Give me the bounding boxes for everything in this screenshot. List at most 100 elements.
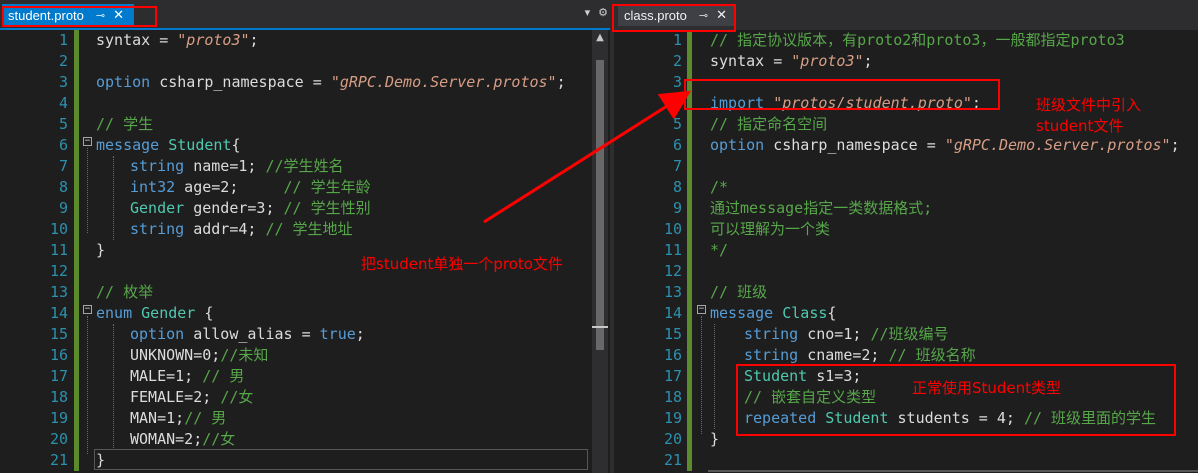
code-line: 可以理解为一个类	[710, 220, 831, 238]
scroll-thumb[interactable]	[596, 60, 604, 350]
code-line: // 枚举	[96, 283, 154, 301]
code-token: // 男	[202, 367, 245, 385]
fold-guide	[701, 316, 702, 434]
code-line: option csharp_namespace = "gRPC.Demo.Ser…	[96, 72, 566, 93]
code-token: // 学生年龄	[283, 178, 371, 196]
code-token: true	[319, 325, 356, 343]
code-line: // 班级	[710, 283, 768, 301]
code-token: {	[231, 136, 241, 154]
gear-icon[interactable]: ⚙	[598, 6, 608, 19]
scroll-up-icon[interactable]: ▲	[592, 32, 608, 46]
tab-actions: ▾ ⚙	[585, 6, 608, 19]
line-number: 19	[663, 409, 682, 427]
student-proto-pane: student.proto ⊸ ✕ ▾ ⚙ 1 2 3 4 5 6 7 8 9 …	[0, 0, 610, 473]
code-line: string addr=4; // 学生地址	[130, 219, 353, 240]
code-token: ;	[556, 73, 566, 91]
code-line: }	[710, 430, 720, 448]
code-token: // 学生地址	[265, 220, 353, 238]
code-token: syntax =	[710, 52, 792, 70]
code-token: //女	[220, 388, 254, 406]
code-line: option allow_alias = true;	[130, 324, 365, 345]
indent-guide	[113, 324, 114, 450]
code-token: FEMALE=2;	[130, 388, 221, 406]
line-number: 4	[58, 94, 68, 112]
code-token: option	[130, 325, 185, 343]
vertical-scrollbar[interactable]: ▲	[592, 30, 608, 473]
line-number: 5	[58, 115, 68, 133]
code-token: //班级编号	[870, 325, 949, 343]
code-token: gender=3;	[184, 199, 284, 217]
line-number: 15	[663, 325, 682, 343]
annotation-box-student-usage	[736, 364, 1176, 436]
code-token: "proto3"	[177, 31, 250, 49]
line-number: 12	[663, 262, 682, 280]
line-number: 4	[672, 94, 682, 112]
code-line: syntax = "proto3";	[96, 30, 259, 51]
code-token: syntax =	[96, 31, 178, 49]
code-token: Student	[159, 136, 232, 154]
code-token: addr=4;	[184, 220, 266, 238]
code-line: // 指定协议版本，有proto2和proto3，一般都指定proto3	[710, 31, 1125, 49]
code-token: ;	[249, 31, 259, 49]
code-token: //未知	[220, 346, 269, 364]
code-token: ;	[1170, 136, 1180, 154]
code-token: string	[130, 157, 185, 175]
code-line: MALE=1; // 男	[130, 366, 244, 387]
code-token: option	[710, 136, 765, 154]
code-line: message Student{	[96, 135, 241, 156]
chevron-down-icon[interactable]: ▾	[585, 6, 591, 19]
annotation-box-student-tab	[2, 6, 157, 27]
indent-guide	[714, 324, 715, 429]
code-line: FEMALE=2; //女	[130, 387, 253, 408]
student-proto-editor[interactable]: 1 2 3 4 5 6 7 8 9 10 11 12 13 14 15 16 1…	[0, 30, 610, 473]
code-token: message	[96, 136, 160, 154]
line-number: 10	[49, 220, 68, 238]
code-line: enum Gender {	[96, 303, 213, 324]
line-number: 11	[49, 241, 68, 259]
annotation-separate-file: 把student单独一个proto文件	[361, 255, 563, 273]
code-token: message	[710, 304, 774, 322]
line-number: 5	[672, 115, 682, 133]
collapse-icon[interactable]: −	[697, 305, 706, 314]
line-number: 15	[49, 325, 68, 343]
annotation-import-line2: student文件	[1036, 117, 1124, 135]
code-token: Class	[773, 304, 828, 322]
code-line: MAN=1;// 男	[130, 408, 226, 429]
change-indicator-bar	[74, 30, 79, 471]
line-number: 9	[672, 199, 682, 217]
code-token: WOMAN=2;	[130, 430, 203, 448]
scroll-position-marker	[592, 326, 608, 328]
line-number: 17	[49, 367, 68, 385]
indent-guide	[113, 156, 114, 240]
code-token: cno=1;	[798, 325, 871, 343]
line-number: 8	[58, 178, 68, 196]
code-token: name=1;	[184, 157, 266, 175]
annotation-box-import	[684, 79, 1000, 110]
code-token: allow_alias =	[184, 325, 320, 343]
code-token: string	[744, 325, 799, 343]
code-line: // 指定命名空间	[710, 115, 828, 133]
code-token: ;	[863, 52, 873, 70]
code-line: string cname=2; // 班级名称	[744, 345, 976, 366]
line-number: 1	[58, 31, 68, 49]
line-number: 13	[663, 283, 682, 301]
fold-guide	[87, 316, 88, 454]
code-line: message Class{	[710, 303, 836, 324]
code-token: //学生姓名	[265, 157, 344, 175]
code-token: csharp_namespace =	[150, 73, 331, 91]
code-token: "gRPC.Demo.Server.protos"	[330, 73, 557, 91]
code-token: age=2;	[175, 178, 284, 196]
code-token: enum	[96, 304, 133, 322]
line-number: 16	[49, 346, 68, 364]
code-token: Gender	[130, 199, 185, 217]
code-token: {	[827, 304, 837, 322]
code-line: string cno=1; //班级编号	[744, 324, 949, 345]
line-number: 21	[49, 451, 68, 469]
collapse-icon[interactable]: −	[83, 305, 92, 314]
line-number: 6	[58, 136, 68, 154]
line-number: 7	[672, 157, 682, 175]
line-number: 14	[49, 304, 68, 322]
code-line: */	[710, 241, 729, 259]
code-token: // 男	[184, 409, 227, 427]
collapse-icon[interactable]: −	[83, 137, 92, 146]
